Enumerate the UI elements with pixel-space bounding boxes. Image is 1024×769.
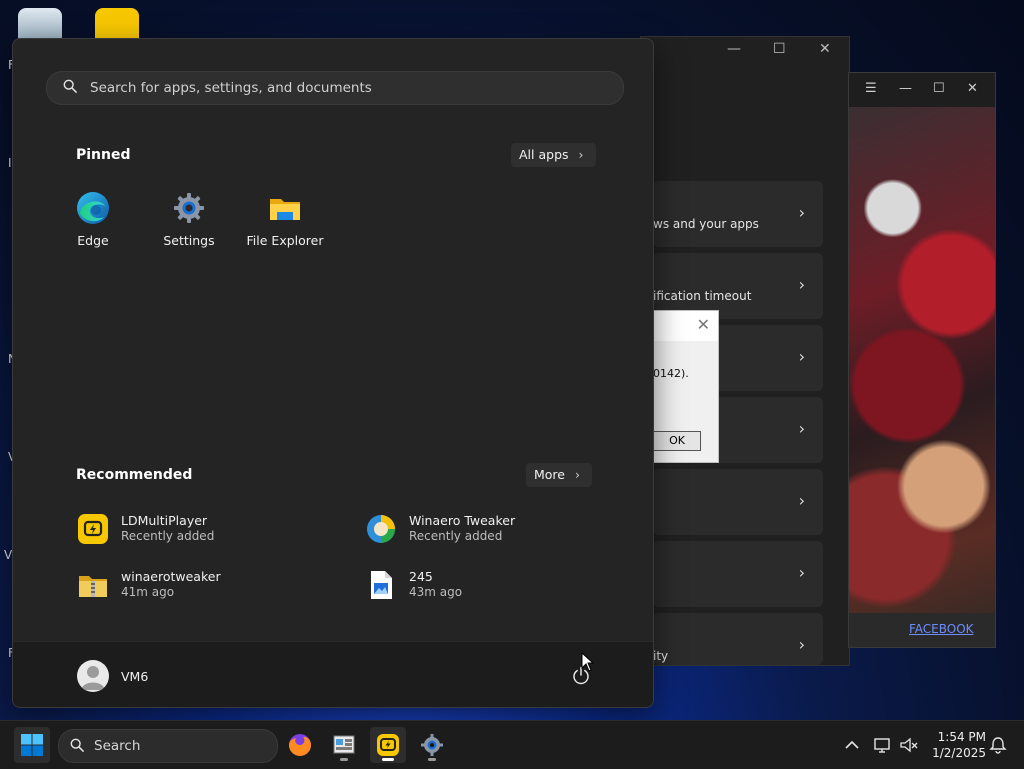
recommended-item-name: winaerotweaker <box>121 569 221 584</box>
settings-row-text: ification timeout <box>653 289 752 303</box>
user-avatar[interactable] <box>77 660 109 692</box>
recommended-item-time: Recently added <box>409 529 503 543</box>
chevron-right-icon: › <box>798 203 805 222</box>
start-button[interactable] <box>14 727 50 763</box>
chevron-right-icon: › <box>798 347 805 366</box>
taskbar-ldplayer[interactable] <box>370 727 406 763</box>
taskbar-settings[interactable] <box>414 727 450 763</box>
recommended-title: Recommended <box>76 467 193 483</box>
search-placeholder: Search for apps, settings, and documents <box>90 80 372 96</box>
all-apps-label: All apps <box>519 147 569 162</box>
recommended-item-time: Recently added <box>121 529 215 543</box>
start-search-input[interactable]: Search for apps, settings, and documents <box>46 71 624 105</box>
recommended-item-name: LDMultiPlayer <box>121 513 208 528</box>
taskbar: Search 1:54 PM 1/2/2025 <box>0 720 1024 769</box>
image-file-icon <box>365 569 397 601</box>
settings-row[interactable]: › <box>653 469 823 535</box>
windows-logo-icon <box>21 734 43 756</box>
close-icon[interactable]: ✕ <box>819 41 831 57</box>
firefox-icon <box>289 734 311 756</box>
notification-bell-icon[interactable] <box>988 735 1008 755</box>
recommended-item[interactable]: LDMultiPlayer Recently added <box>77 509 337 549</box>
settings-gear-icon <box>172 191 206 225</box>
message-dialog: ✕ 0142). OK <box>652 310 719 463</box>
recommended-item-name: Winaero Tweaker <box>409 513 516 528</box>
search-icon <box>70 738 84 752</box>
recommended-item[interactable]: winaerotweaker 41m ago <box>77 565 337 605</box>
volume-muted-icon[interactable] <box>899 735 919 755</box>
app-label: Edge <box>77 233 109 248</box>
winaero-icon <box>365 513 397 545</box>
all-apps-button[interactable]: All apps › <box>511 143 596 167</box>
settings-row[interactable]: › <box>653 541 823 607</box>
settings-row-text: ity <box>653 649 669 663</box>
window-footer: FACEBOOK <box>849 613 995 647</box>
more-button[interactable]: More › <box>526 463 592 487</box>
chevron-right-icon: › <box>575 467 580 482</box>
more-label: More <box>534 467 565 482</box>
chevron-right-icon: › <box>798 635 805 654</box>
close-icon[interactable]: ✕ <box>697 315 710 334</box>
chevron-right-icon: › <box>798 419 805 438</box>
taskbar-firefox[interactable] <box>282 727 318 763</box>
dialog-message: 0142). <box>653 367 689 380</box>
pinned-app-edge[interactable]: Edge <box>47 191 139 248</box>
minimize-icon[interactable]: — <box>727 41 741 57</box>
hamburger-menu-icon[interactable]: ☰ <box>865 81 877 96</box>
desktop-label-fragment: I <box>8 156 12 170</box>
maximize-icon[interactable]: ☐ <box>933 81 945 96</box>
chevron-up-icon[interactable] <box>842 735 862 755</box>
window-titlebar: ☰ — ☐ ✕ <box>849 73 995 107</box>
user-icon <box>81 666 105 690</box>
recommended-item-time: 43m ago <box>409 585 463 599</box>
minimize-icon[interactable]: — <box>899 81 912 96</box>
start-menu: Search for apps, settings, and documents… <box>12 38 654 708</box>
start-footer: VM6 <box>13 641 653 707</box>
recommended-item[interactable]: Winaero Tweaker Recently added <box>365 509 625 549</box>
running-indicator <box>428 758 436 761</box>
clock-date: 1/2/2025 <box>932 746 986 760</box>
user-name[interactable]: VM6 <box>121 669 148 684</box>
wallpaper-app-window: ☰ — ☐ ✕ FACEBOOK <box>848 72 996 648</box>
mouse-cursor-icon <box>581 652 595 672</box>
taskbar-search-label: Search <box>94 738 141 754</box>
taskbar-search[interactable]: Search <box>58 729 278 763</box>
app-label: Settings <box>163 233 215 248</box>
maximize-icon[interactable]: ☐ <box>773 41 786 57</box>
network-icon[interactable] <box>873 735 893 755</box>
recommended-item[interactable]: 245 43m ago <box>365 565 625 605</box>
pinned-app-settings[interactable]: Settings <box>143 191 235 248</box>
chevron-right-icon: › <box>798 275 805 294</box>
app-label: File Explorer <box>246 233 324 248</box>
search-icon <box>63 79 77 93</box>
clock-time: 1:54 PM <box>937 730 986 744</box>
desktop-label-fragment: V <box>4 548 13 562</box>
taskbar-control-panel[interactable] <box>326 727 362 763</box>
settings-row-text: ws and your apps <box>653 217 759 231</box>
close-icon[interactable]: ✕ <box>967 81 978 96</box>
settings-row[interactable]: ws and your apps › <box>653 181 823 247</box>
chevron-right-icon: › <box>798 563 805 582</box>
folder-icon <box>268 191 302 225</box>
running-indicator <box>382 758 394 761</box>
chevron-right-icon: › <box>578 147 584 162</box>
ldplayer-icon <box>77 513 109 545</box>
recommended-item-name: 245 <box>409 569 433 584</box>
pinned-app-file-explorer[interactable]: File Explorer <box>239 191 331 248</box>
ok-button[interactable]: OK <box>653 431 701 451</box>
pinned-title: Pinned <box>76 147 131 163</box>
zip-folder-icon <box>77 569 109 601</box>
running-indicator <box>340 758 348 761</box>
settings-row[interactable]: ity › <box>653 613 823 665</box>
chevron-right-icon: › <box>798 491 805 510</box>
artwork-image <box>849 107 995 613</box>
recommended-item-time: 41m ago <box>121 585 175 599</box>
facebook-link[interactable]: FACEBOOK <box>909 622 974 636</box>
taskbar-clock[interactable]: 1:54 PM 1/2/2025 <box>926 729 986 761</box>
edge-icon <box>76 191 110 225</box>
